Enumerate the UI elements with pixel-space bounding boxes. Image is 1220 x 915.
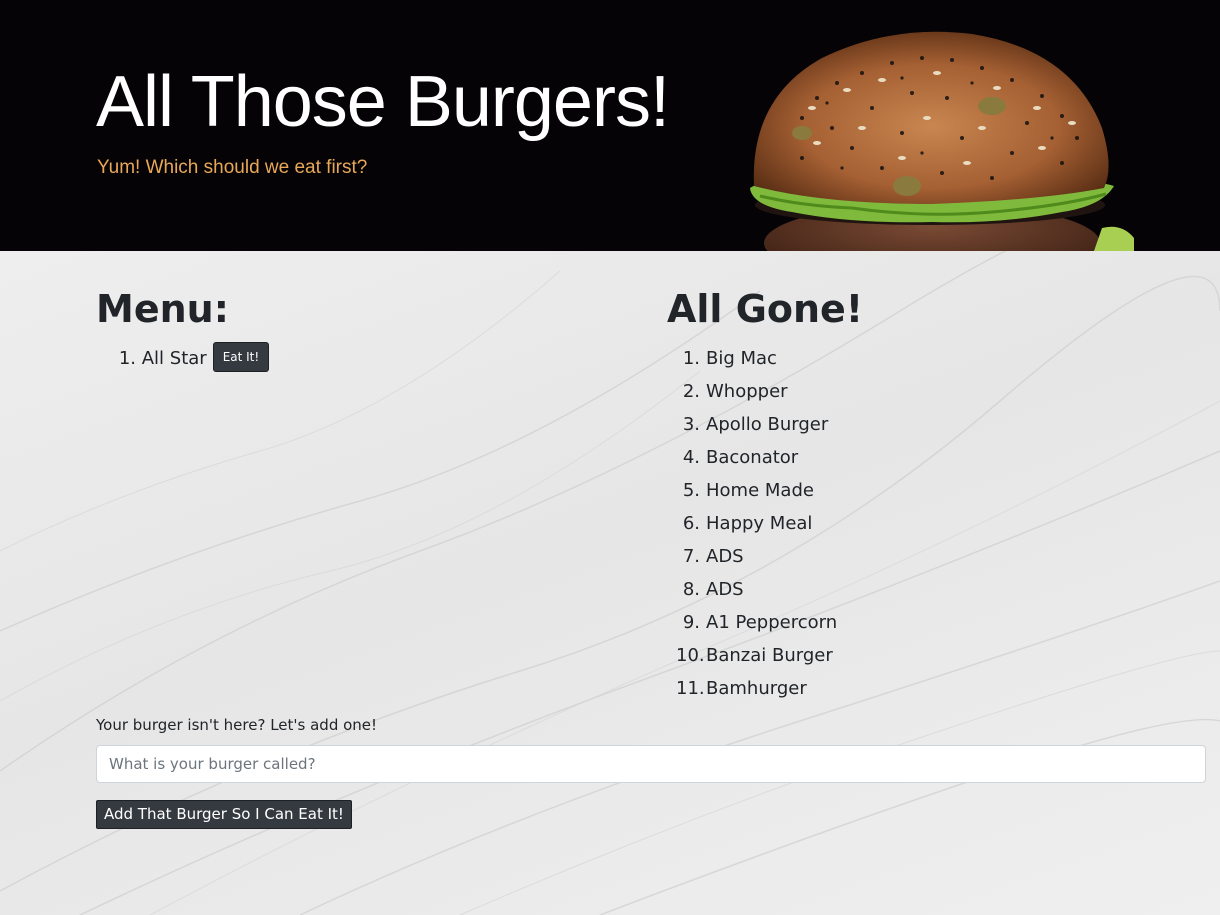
list-item-number: 5.	[682, 480, 700, 501]
menu-list: 1. All Star Eat It!	[117, 342, 270, 375]
list-item: 10.Banzai Burger	[676, 639, 837, 672]
list-item-label: Apollo Burger	[706, 414, 829, 435]
list-item-number: 2.	[682, 381, 700, 402]
list-item-label: A1 Peppercorn	[706, 612, 838, 633]
list-item: 1. Big Mac	[676, 342, 837, 375]
list-item-label: ADS	[706, 579, 744, 600]
list-item: 9. A1 Peppercorn	[676, 606, 837, 639]
burger-image	[750, 31, 1134, 251]
burger-name-input[interactable]	[96, 745, 1206, 783]
list-item-number: 7.	[682, 546, 700, 567]
list-item: 8. ADS	[676, 573, 837, 606]
list-item: 1. All Star Eat It!	[117, 342, 270, 375]
list-item: 5. Home Made	[676, 474, 837, 507]
add-burger-label: Your burger isn't here? Let's add one!	[96, 716, 378, 734]
menu-title: Menu:	[96, 287, 229, 331]
page-subtitle: Yum! Which should we eat first?	[97, 157, 368, 178]
all-gone-title: All Gone!	[667, 287, 864, 331]
list-item-label: Whopper	[706, 381, 788, 402]
list-item-number: 6.	[682, 513, 700, 534]
page-header: All Those Burgers! Yum! Which should we …	[0, 0, 1220, 251]
list-item-label: All Star	[141, 348, 207, 369]
list-item: 3. Apollo Burger	[676, 408, 837, 441]
list-item: 7. ADS	[676, 540, 837, 573]
list-item: 4. Baconator	[676, 441, 837, 474]
add-burger-button[interactable]: Add That Burger So I Can Eat It!	[96, 800, 352, 829]
list-item: 11.Bamhurger	[676, 672, 837, 705]
list-item-label: Happy Meal	[706, 513, 813, 534]
list-item-number: 9.	[682, 612, 700, 633]
list-item-number: 1.	[682, 348, 700, 369]
list-item-number: 3.	[682, 414, 700, 435]
list-item-number: 11.	[676, 678, 705, 699]
list-item-number: 4.	[682, 447, 700, 468]
list-item-number: 8.	[682, 579, 700, 600]
list-item-label: Bamhurger	[706, 678, 807, 699]
list-item-label: Baconator	[706, 447, 799, 468]
list-item: 6. Happy Meal	[676, 507, 837, 540]
list-item-number: 1.	[118, 348, 136, 369]
eat-it-button[interactable]: Eat It!	[212, 342, 270, 372]
eaten-list: 1. Big Mac 2. Whopper 3. Apollo Burger 4. Ba…	[676, 342, 837, 705]
list-item-label: ADS	[706, 546, 744, 567]
page-title: All Those Burgers!	[96, 62, 670, 142]
list-item-label: Banzai Burger	[706, 645, 833, 666]
list-item: 2. Whopper	[676, 375, 837, 408]
list-item-number: 10.	[676, 645, 705, 666]
list-item-label: Home Made	[706, 480, 814, 501]
list-item-label: Big Mac	[706, 348, 777, 369]
